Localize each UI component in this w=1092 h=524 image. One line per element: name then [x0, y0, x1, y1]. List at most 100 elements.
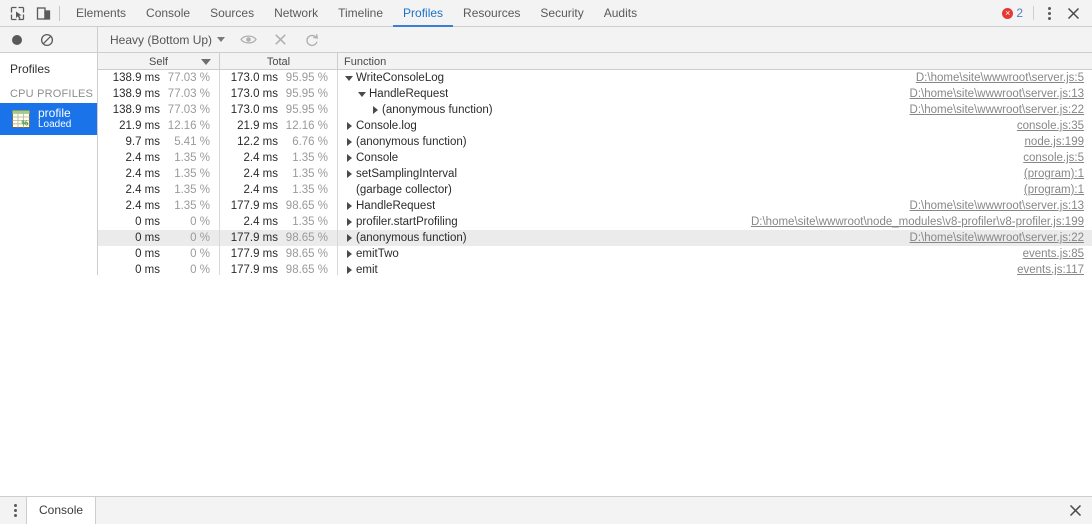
source-link[interactable]: D:\home\site\wwwroot\server.js:22	[910, 104, 1092, 116]
column-header-function[interactable]: Function	[338, 53, 1092, 70]
source-link[interactable]: console.js:35	[1017, 120, 1092, 132]
close-devtools-icon[interactable]	[1060, 0, 1086, 26]
cell-self: 0 ms 0 %	[98, 230, 220, 246]
cell-function: Console console.js:5	[338, 150, 1092, 166]
self-ms: 2.4 ms	[125, 168, 160, 180]
table-row[interactable]: 0 ms 0 % 177.9 ms 98.65 % emit events.js:117	[98, 262, 1092, 275]
function-name: Console	[356, 152, 399, 164]
cell-self: 2.4 ms 1.35 %	[98, 198, 220, 214]
table-row[interactable]: 2.4 ms 1.35 % 177.9 ms 98.65 % HandleRequest…	[98, 198, 1092, 214]
main-menu-icon[interactable]	[1038, 0, 1060, 26]
expand-collapse-right-icon[interactable]	[344, 138, 354, 146]
table-row[interactable]: 9.7 ms 5.41 % 12.2 ms 6.76 % (anonymous func…	[98, 134, 1092, 150]
table-row[interactable]: 138.9 ms 77.03 % 173.0 ms 95.95 % (anonymous…	[98, 102, 1092, 118]
self-percent: 0 %	[190, 232, 210, 244]
expand-collapse-right-icon[interactable]	[370, 106, 380, 114]
source-link[interactable]: (program):1	[1024, 184, 1092, 196]
tab-network[interactable]: Network	[264, 0, 328, 27]
column-header-total[interactable]: Total	[220, 53, 338, 70]
source-link[interactable]: D:\home\site\wwwroot\server.js:5	[916, 72, 1092, 84]
source-link[interactable]: events.js:117	[1017, 264, 1092, 275]
source-link[interactable]: events.js:85	[1023, 248, 1092, 260]
cell-total: 21.9 ms 12.16 %	[220, 118, 338, 134]
self-ms: 138.9 ms	[112, 88, 160, 100]
drawer-tab-console[interactable]: Console	[26, 496, 97, 524]
expand-collapse-right-icon[interactable]	[344, 122, 354, 130]
table-row[interactable]: 21.9 ms 12.16 % 21.9 ms 12.16 % Console.log c…	[98, 118, 1092, 134]
column-header-self[interactable]: Self	[98, 53, 220, 70]
expand-collapse-right-icon[interactable]	[344, 218, 354, 226]
total-ms: 177.9 ms	[230, 248, 278, 260]
profiles-toolbar-left	[0, 26, 98, 53]
self-ms: 2.4 ms	[125, 152, 160, 164]
panel-tabs: Elements Console Sources Network Timelin…	[66, 0, 647, 27]
table-row[interactable]: 0 ms 0 % 2.4 ms 1.35 % profiler.startProfili…	[98, 214, 1092, 230]
focus-function-icon[interactable]	[235, 29, 261, 51]
error-icon: ×	[1002, 7, 1014, 19]
exclude-function-icon[interactable]	[267, 29, 293, 51]
cell-self: 0 ms 0 %	[98, 262, 220, 275]
tab-resources[interactable]: Resources	[453, 0, 530, 27]
record-button[interactable]	[6, 29, 28, 51]
clear-all-profiles-icon[interactable]	[36, 29, 58, 51]
total-ms: 173.0 ms	[230, 72, 278, 84]
inspect-element-icon[interactable]	[4, 0, 30, 26]
source-link[interactable]: D:\home\site\wwwroot\server.js:13	[910, 88, 1092, 100]
close-drawer-icon[interactable]	[1062, 498, 1088, 524]
table-row[interactable]: 138.9 ms 77.03 % 173.0 ms 95.95 % HandleRequ…	[98, 86, 1092, 102]
expand-collapse-right-icon[interactable]	[344, 170, 354, 178]
source-link[interactable]: D:\home\site\wwwroot\node_modules\v8-pro…	[751, 216, 1092, 228]
device-toolbar-icon[interactable]	[30, 0, 56, 26]
total-ms: 21.9 ms	[237, 120, 278, 132]
source-link[interactable]: console.js:5	[1023, 152, 1092, 164]
drawer-toolbar: Console	[0, 496, 1092, 524]
expand-collapse-right-icon[interactable]	[344, 250, 354, 258]
table-row[interactable]: 138.9 ms 77.03 % 173.0 ms 95.95 % WriteConso…	[98, 70, 1092, 86]
restore-all-icon[interactable]	[299, 29, 325, 51]
table-row[interactable]: 2.4 ms 1.35 % 2.4 ms 1.35 % setSamplingInter…	[98, 166, 1092, 182]
function-name: (garbage collector)	[356, 184, 452, 196]
total-ms: 2.4 ms	[243, 152, 278, 164]
tab-security[interactable]: Security	[530, 0, 593, 27]
profiles-toolbar: Heavy (Bottom Up)	[0, 26, 1092, 53]
table-row[interactable]: 2.4 ms 1.35 % 2.4 ms 1.35 % Console console.j…	[98, 150, 1092, 166]
source-link[interactable]: node.js:199	[1025, 136, 1092, 148]
sidebar-item-profile[interactable]: % profile Loaded	[0, 103, 97, 135]
source-link[interactable]: D:\home\site\wwwroot\server.js:22	[910, 232, 1092, 244]
source-link[interactable]: (program):1	[1024, 168, 1092, 180]
function-name: (anonymous function)	[382, 104, 493, 116]
tab-timeline[interactable]: Timeline	[328, 0, 393, 27]
cell-total: 173.0 ms 95.95 %	[220, 86, 338, 102]
expand-collapse-right-icon[interactable]	[344, 266, 354, 274]
source-link[interactable]: D:\home\site\wwwroot\server.js:13	[910, 200, 1092, 212]
tab-audits[interactable]: Audits	[594, 0, 647, 27]
total-percent: 95.95 %	[285, 104, 328, 116]
tab-elements[interactable]: Elements	[66, 0, 136, 27]
table-row[interactable]: 2.4 ms 1.35 % 2.4 ms 1.35 % (garbage collect…	[98, 182, 1092, 198]
tab-console[interactable]: Console	[136, 0, 200, 27]
view-mode-select[interactable]: Heavy (Bottom Up)	[106, 33, 229, 47]
drawer-menu-icon[interactable]	[4, 498, 26, 524]
table-row[interactable]: 0 ms 0 % 177.9 ms 98.65 % emitTwo events.js:8…	[98, 246, 1092, 262]
panel-empty-space	[0, 274, 1092, 496]
total-percent: 98.65 %	[285, 248, 328, 260]
grid-body[interactable]: 138.9 ms 77.03 % 173.0 ms 95.95 % WriteConso…	[98, 70, 1092, 275]
cell-function: profiler.startProfiling D:\home\site\wwwr…	[338, 214, 1092, 230]
total-percent: 98.65 %	[285, 232, 328, 244]
total-ms: 2.4 ms	[243, 216, 278, 228]
function-name-wrapper: HandleRequest	[344, 200, 435, 212]
cell-total: 2.4 ms 1.35 %	[220, 214, 338, 230]
expand-collapse-right-icon[interactable]	[344, 234, 354, 242]
function-name: (anonymous function)	[356, 232, 467, 244]
total-percent: 1.35 %	[292, 152, 328, 164]
tab-profiles[interactable]: Profiles	[393, 0, 454, 27]
svg-text:%: %	[22, 119, 29, 128]
table-row[interactable]: 0 ms 0 % 177.9 ms 98.65 % (anonymous functio…	[98, 230, 1092, 246]
expand-collapse-right-icon[interactable]	[344, 154, 354, 162]
expand-collapse-down-icon[interactable]	[357, 92, 367, 97]
expand-collapse-down-icon[interactable]	[344, 76, 354, 81]
error-badge[interactable]: × 2	[996, 6, 1029, 20]
expand-collapse-right-icon[interactable]	[344, 202, 354, 210]
function-name-wrapper: (garbage collector)	[344, 184, 452, 196]
tab-sources[interactable]: Sources	[200, 0, 264, 27]
